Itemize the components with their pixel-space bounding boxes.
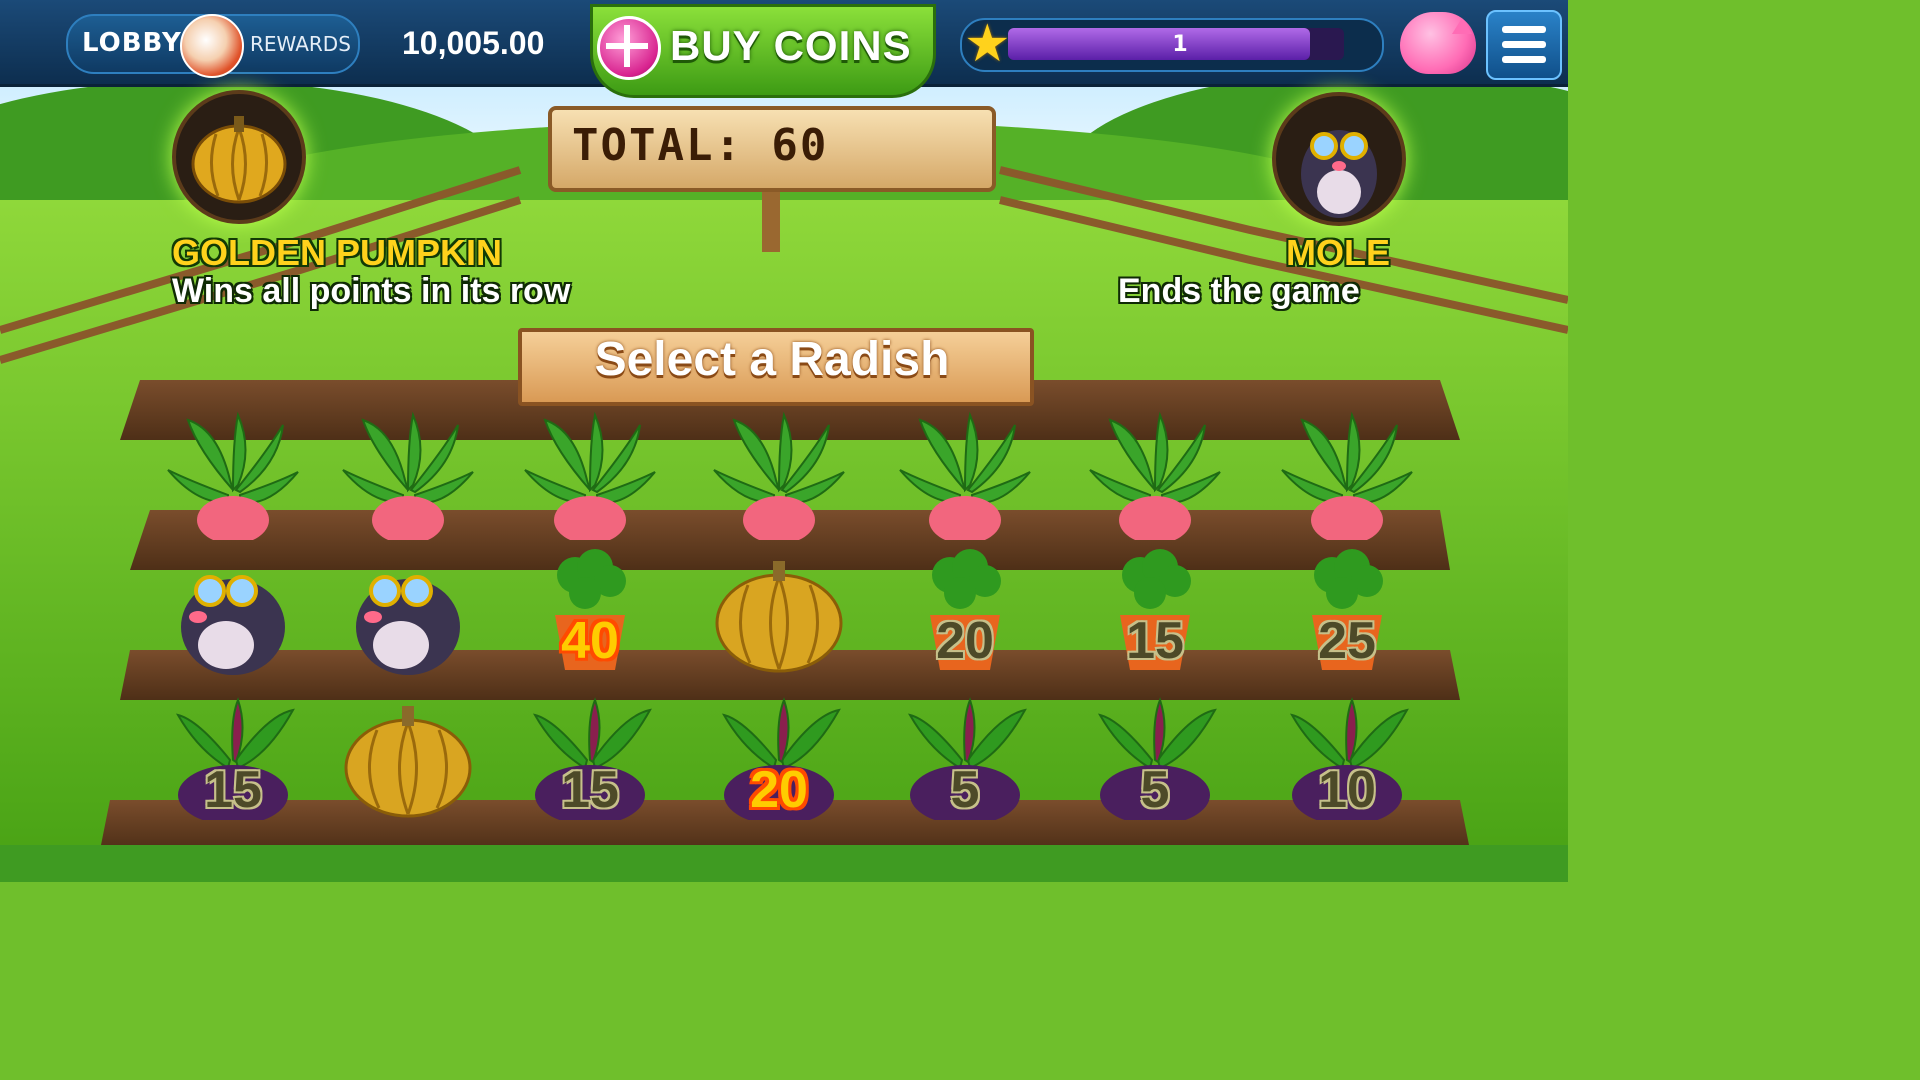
mole-tile <box>158 545 308 675</box>
radish-tile[interactable] <box>333 410 483 544</box>
rewards-button[interactable]: REWARDS <box>250 32 351 56</box>
radish-tile[interactable] <box>890 410 1040 544</box>
beet-tile: 15 <box>158 690 308 825</box>
golden-pumpkin-tile <box>704 545 854 675</box>
menu-button[interactable] <box>1486 10 1562 80</box>
tile-points-value: 15 <box>204 761 262 819</box>
mole-title: MOLE <box>1286 232 1390 273</box>
beet-tile: 20 <box>704 690 854 825</box>
radish-tile[interactable] <box>704 410 854 544</box>
player-level: 1 <box>1172 32 1188 57</box>
golden-pumpkin-description: Wins all points in its row <box>172 272 571 310</box>
golden-pumpkin-legend-icon <box>172 90 306 224</box>
beet-tile: 15 <box>515 690 665 825</box>
total-score: TOTAL: 60 <box>572 120 829 171</box>
coin-balance: 10,005.00 <box>402 25 545 61</box>
carrot-tile: 40 <box>515 545 665 675</box>
radish-tile[interactable] <box>1272 410 1422 544</box>
sign-post <box>762 184 780 252</box>
tile-points-value: 15 <box>561 761 619 819</box>
mole-tile <box>333 545 483 675</box>
tile-points-value: 40 <box>561 612 619 670</box>
rewards-icon[interactable] <box>180 14 244 78</box>
lobby-button[interactable]: LOBBY <box>82 28 182 58</box>
radish-tile[interactable] <box>1080 410 1230 544</box>
tile-points-value: 20 <box>936 612 994 670</box>
mole-legend-icon <box>1272 92 1406 226</box>
tile-points-value: 20 <box>750 761 808 819</box>
tile-points-value: 15 <box>1126 612 1184 670</box>
beet-tile: 5 <box>1080 690 1230 825</box>
mole-description: Ends the game <box>1118 272 1360 310</box>
radish-tile[interactable] <box>158 410 308 544</box>
tile-points-value: 10 <box>1318 761 1376 819</box>
piggy-bank-icon[interactable] <box>1400 12 1476 74</box>
golden-pumpkin-title: GOLDEN PUMPKIN <box>172 232 503 273</box>
buy-coins-label[interactable]: BUY COINS <box>670 22 912 70</box>
tile-points-value: 5 <box>1140 761 1170 819</box>
golden-pumpkin-tile <box>333 690 483 820</box>
radish-tile[interactable] <box>515 410 665 544</box>
gift-icon[interactable] <box>597 16 661 80</box>
tile-points-value: 25 <box>1318 612 1376 670</box>
carrot-tile: 15 <box>1080 545 1230 675</box>
beet-tile: 5 <box>890 690 1040 825</box>
carrot-tile: 25 <box>1272 545 1422 675</box>
tile-points-value: 5 <box>950 761 980 819</box>
carrot-tile: 20 <box>890 545 1040 675</box>
select-radish-prompt: Select a Radish <box>594 333 950 386</box>
star-icon: ★ <box>964 14 1011 74</box>
beet-tile: 10 <box>1272 690 1422 825</box>
